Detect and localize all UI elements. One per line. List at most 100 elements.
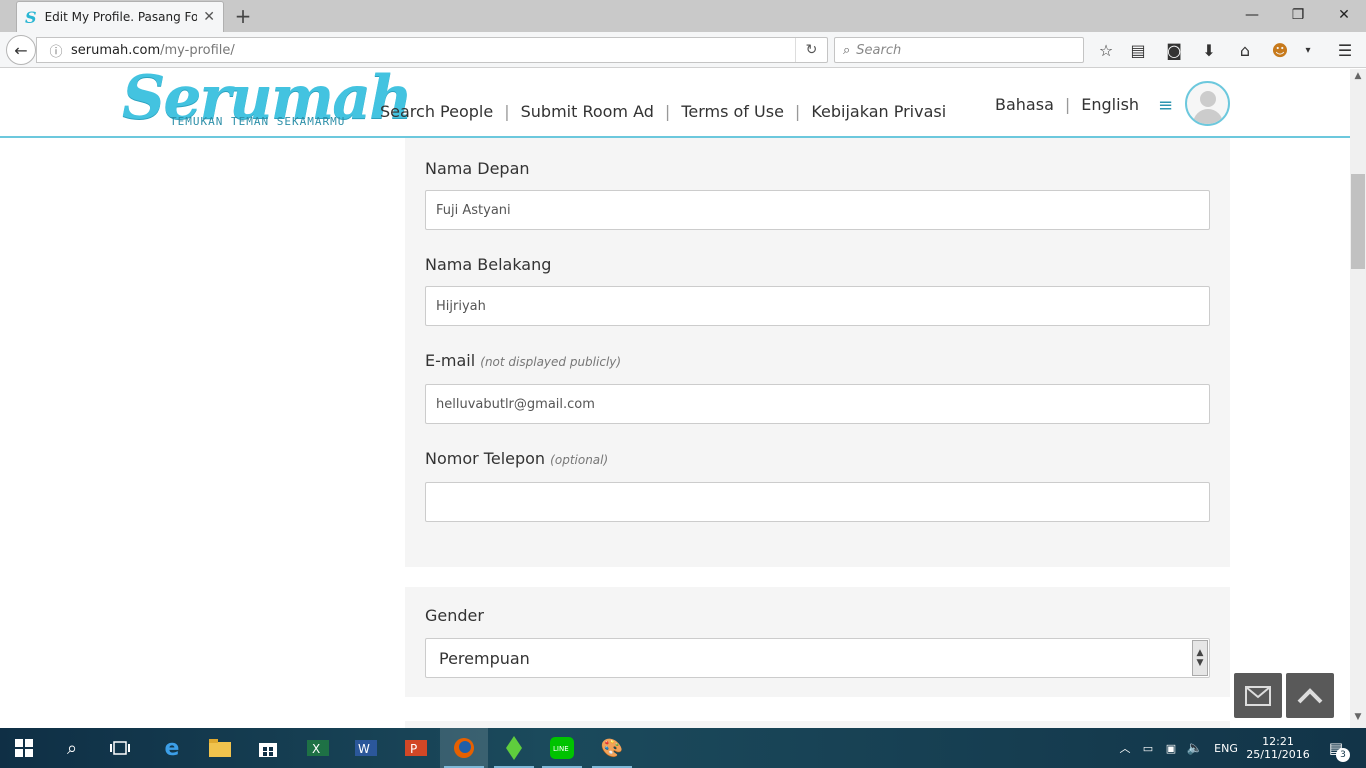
- edge-icon[interactable]: e: [148, 728, 196, 768]
- nav-submit-room-ad[interactable]: Submit Room Ad: [521, 102, 654, 121]
- plumbob-glyph: [506, 736, 522, 760]
- nav-separator: |: [504, 102, 510, 121]
- avatar-body: [1193, 109, 1223, 124]
- line-glyph: LINE: [550, 737, 574, 759]
- last-name-label-text: Nama Belakang: [425, 255, 552, 274]
- browser-nav-bar: ⓘ serumah.com/my-profile/ ↻ ← ⌕ Search ☆…: [0, 32, 1366, 68]
- browser-search-input[interactable]: ⌕ Search: [834, 37, 1084, 63]
- store-glyph: [259, 743, 277, 757]
- store-icon[interactable]: [244, 728, 292, 768]
- search-placeholder: Search: [856, 42, 902, 58]
- url-bar[interactable]: ⓘ serumah.com/my-profile/ ↻: [36, 37, 828, 63]
- main-nav: Search People | Submit Room Ad | Terms o…: [380, 102, 946, 121]
- powerpoint-icon[interactable]: P: [392, 728, 440, 768]
- tab-title: Edit My Profile. Pasang Fo...: [44, 10, 198, 24]
- excel-icon[interactable]: X: [294, 728, 342, 768]
- scroll-to-top-button[interactable]: [1286, 673, 1334, 718]
- scrollbar-thumb[interactable]: [1351, 174, 1365, 269]
- folder-glyph: [209, 739, 231, 757]
- email-label: E-mail (not displayed publicly): [425, 351, 621, 370]
- first-name-label: Nama Depan: [425, 159, 530, 178]
- url-host: serumah.com: [71, 42, 161, 58]
- home-icon[interactable]: ⌂: [1233, 38, 1257, 62]
- windows-taskbar: ⌕ e X W P LINE 🎨 ︿ ▭ ▣ 🔈 ENG 12:21 25/11…: [0, 728, 1366, 768]
- nav-separator: |: [664, 102, 671, 121]
- last-name-input[interactable]: Hijriyah: [425, 286, 1210, 326]
- gender-label-text: Gender: [425, 606, 484, 625]
- clock-date: 25/11/2016: [1246, 748, 1310, 761]
- bookmark-star-icon[interactable]: ☆: [1094, 38, 1118, 62]
- svg-text:P: P: [410, 742, 417, 756]
- scroll-down-icon[interactable]: ▼: [1350, 712, 1366, 726]
- site-favicon: S: [25, 7, 37, 27]
- network-icon[interactable]: ▣: [1160, 742, 1182, 755]
- search-icon: ⌕: [843, 42, 851, 58]
- chevron-up-icon: [1297, 687, 1323, 703]
- scroll-up-icon[interactable]: ▲: [1350, 71, 1366, 85]
- pocket-icon[interactable]: ◙: [1162, 38, 1186, 62]
- first-name-label-text: Nama Depan: [425, 159, 530, 178]
- tray-overflow-icon[interactable]: ︿: [1114, 740, 1136, 756]
- svg-text:LINE: LINE: [553, 745, 569, 753]
- user-avatar[interactable]: [1185, 81, 1230, 126]
- phone-hint: (optional): [550, 453, 609, 467]
- lang-label: Bahasa: [995, 95, 1054, 114]
- language-switcher: Bahasa | English: [995, 95, 1139, 114]
- input-language[interactable]: ENG: [1208, 742, 1244, 755]
- hamburger-menu-icon[interactable]: ≡: [1158, 95, 1173, 116]
- svg-text:X: X: [312, 742, 320, 756]
- excel-glyph: X: [307, 740, 329, 756]
- nav-terms-of-use[interactable]: Terms of Use: [681, 102, 784, 121]
- nav-kebijakan-privasi[interactable]: Kebijakan Privasi: [811, 102, 946, 121]
- new-tab-icon[interactable]: +: [232, 4, 254, 28]
- reload-icon[interactable]: ↻: [795, 38, 827, 62]
- powerpoint-glyph: P: [405, 740, 427, 756]
- back-arrow-icon[interactable]: ←: [6, 35, 36, 65]
- last-name-label: Nama Belakang: [425, 255, 551, 274]
- first-name-input[interactable]: Fuji Astyani: [425, 190, 1210, 230]
- browser-tab-bar: S Edit My Profile. Pasang Fo... ✕ + — ❐ …: [0, 0, 1366, 32]
- system-tray: ︿ ▭ ▣ 🔈 ENG: [1114, 728, 1244, 768]
- battery-icon[interactable]: ▭: [1136, 742, 1160, 755]
- extension-menu-icon[interactable]: ▾: [1296, 38, 1320, 62]
- close-window-icon[interactable]: ✕: [1321, 0, 1366, 30]
- downloads-icon[interactable]: ⬇: [1197, 38, 1221, 62]
- browser-tab[interactable]: S Edit My Profile. Pasang Fo... ✕: [16, 1, 224, 32]
- volume-icon[interactable]: 🔈: [1182, 741, 1208, 756]
- restore-icon[interactable]: ❐: [1275, 0, 1321, 30]
- site-logo[interactable]: Serumah TEMUKAN TEMAN SEKAMARMU: [122, 69, 413, 129]
- email-label-text: E-mail: [425, 351, 476, 370]
- clock[interactable]: 12:21 25/11/2016: [1245, 728, 1311, 768]
- word-icon[interactable]: W: [342, 728, 390, 768]
- minimize-icon[interactable]: —: [1229, 0, 1275, 30]
- close-tab-icon[interactable]: ✕: [203, 9, 215, 25]
- nav-search-people[interactable]: Search People: [380, 102, 493, 121]
- task-view-icon[interactable]: [96, 728, 144, 768]
- extension-icon[interactable]: ☻: [1268, 38, 1292, 62]
- email-input[interactable]: helluvabutlr@gmail.com: [425, 384, 1210, 424]
- line-icon[interactable]: LINE: [538, 728, 586, 768]
- envelope-icon: [1245, 685, 1271, 706]
- avatar-head: [1200, 91, 1216, 107]
- phone-input[interactable]: [425, 482, 1210, 522]
- last-name-value: Hijriyah: [436, 298, 486, 314]
- reading-list-icon[interactable]: ▤: [1126, 38, 1150, 62]
- contact-mail-button[interactable]: [1234, 673, 1282, 718]
- phone-label-text: Nomor Telepon: [425, 449, 546, 468]
- menu-icon[interactable]: ☰: [1333, 38, 1357, 62]
- windows-start-icon[interactable]: [0, 728, 48, 768]
- next-panel: [405, 721, 1230, 728]
- gender-label: Gender: [425, 606, 484, 625]
- action-center-icon[interactable]: ▤ 3: [1322, 728, 1350, 768]
- firefox-icon[interactable]: [440, 728, 488, 768]
- sims-icon[interactable]: [490, 728, 538, 768]
- lang-english[interactable]: English: [1081, 95, 1139, 114]
- search-icon[interactable]: ⌕: [48, 728, 96, 768]
- info-icon[interactable]: ⓘ: [45, 41, 67, 60]
- phone-label: Nomor Telepon (optional): [425, 449, 608, 468]
- page-scrollbar[interactable]: ▲ ▼: [1350, 69, 1366, 728]
- gender-select[interactable]: Perempuan ▲ ▼: [425, 638, 1210, 678]
- paint-icon[interactable]: 🎨: [588, 728, 636, 768]
- site-header: Serumah TEMUKAN TEMAN SEKAMARMU Search P…: [0, 69, 1350, 138]
- file-explorer-icon[interactable]: [196, 728, 244, 768]
